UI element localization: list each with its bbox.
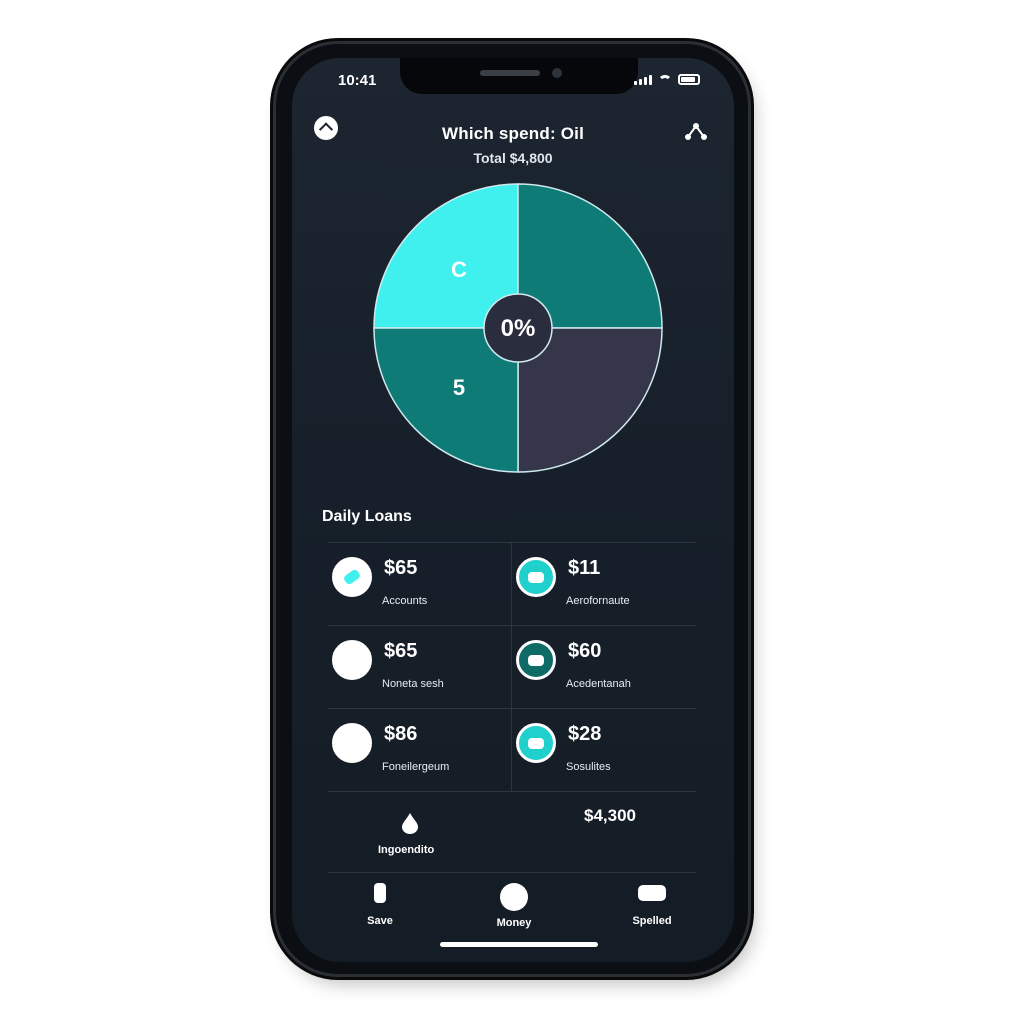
tab-save[interactable]: Save bbox=[340, 882, 420, 927]
tab-label: Spelled bbox=[632, 915, 672, 927]
grid-row: $65 Noneta sesh $60 Acedentanah bbox=[328, 626, 696, 709]
loan-item[interactable]: $11 Aerofornaute bbox=[512, 543, 696, 625]
tab-label: Save bbox=[367, 915, 393, 927]
page-title: Which spend: Oil bbox=[441, 124, 585, 143]
loan-value: $65 bbox=[384, 557, 418, 579]
grid-row: $65 Accounts $11 Aerofornaute bbox=[328, 543, 696, 626]
page-subtitle: Total $4,800 bbox=[473, 150, 553, 166]
section-title: Daily Loans bbox=[322, 508, 412, 525]
tab-money[interactable]: Money bbox=[474, 882, 554, 929]
circle-icon bbox=[332, 723, 372, 763]
loan-item[interactable]: $60 Acedentanah bbox=[512, 626, 696, 708]
loan-value: $65 bbox=[384, 640, 418, 662]
globe-icon bbox=[500, 883, 528, 911]
loan-item[interactable]: $65 Noneta sesh bbox=[328, 626, 512, 708]
status-icons bbox=[634, 74, 700, 85]
phone-icon bbox=[374, 883, 386, 903]
tab-spelled[interactable]: Spelled bbox=[612, 882, 692, 927]
circle-icon bbox=[332, 640, 372, 680]
pie-center-label: 0% bbox=[501, 315, 536, 342]
home-indicator[interactable] bbox=[440, 942, 598, 947]
loan-label: Aerofornaute bbox=[566, 595, 630, 607]
notch bbox=[400, 58, 638, 94]
loan-value: $11 bbox=[568, 557, 601, 579]
camera bbox=[552, 68, 562, 78]
loan-label: Foneilergeum bbox=[382, 761, 450, 773]
tab-label: Money bbox=[496, 917, 532, 929]
speaker bbox=[480, 70, 540, 76]
loan-value: $86 bbox=[384, 723, 418, 745]
loan-value: $60 bbox=[568, 640, 602, 662]
pill-icon bbox=[332, 557, 372, 597]
status-time: 10:41 bbox=[338, 72, 377, 89]
tab-bar: Save Money Spelled bbox=[292, 874, 734, 944]
card-icon bbox=[516, 640, 556, 680]
loan-label: Accounts bbox=[382, 595, 428, 607]
drop-icon bbox=[402, 813, 418, 834]
loan-item[interactable]: $86 Foneilergeum bbox=[328, 709, 512, 791]
loan-label: Sosulites bbox=[566, 761, 611, 773]
signal-icon bbox=[634, 75, 652, 85]
loan-value: $28 bbox=[568, 723, 602, 745]
phone-screen: 10:41 Which spend: Oil Total $4,800 C 5 0%… bbox=[292, 58, 734, 962]
pie-slice-label: C bbox=[451, 257, 467, 282]
total-value: $4,300 bbox=[584, 806, 636, 825]
card-icon bbox=[638, 885, 666, 901]
loan-label: Acedentanah bbox=[566, 678, 631, 690]
stage: 10:41 Which spend: Oil Total $4,800 C 5 0%… bbox=[0, 0, 1024, 1024]
loan-grid: $65 Accounts $11 Aerofornaute $65 Noneta sesh… bbox=[328, 542, 696, 792]
card-icon bbox=[516, 557, 556, 597]
total-label: Ingoendito bbox=[378, 844, 435, 856]
pie-slice-label: 5 bbox=[453, 375, 465, 400]
loan-label: Noneta sesh bbox=[382, 678, 444, 690]
loan-item[interactable]: $28 Sosulites bbox=[512, 709, 696, 791]
loan-item[interactable]: $65 Accounts bbox=[328, 543, 512, 625]
battery-icon bbox=[678, 74, 700, 85]
pie-chart[interactable]: C 5 0% bbox=[372, 182, 664, 474]
cloud-icon bbox=[516, 723, 556, 763]
total-row[interactable]: Ingoendito $4,300 bbox=[328, 798, 696, 873]
grid-row: $86 Foneilergeum $28 Sosulites bbox=[328, 709, 696, 792]
wifi-icon bbox=[658, 75, 672, 85]
